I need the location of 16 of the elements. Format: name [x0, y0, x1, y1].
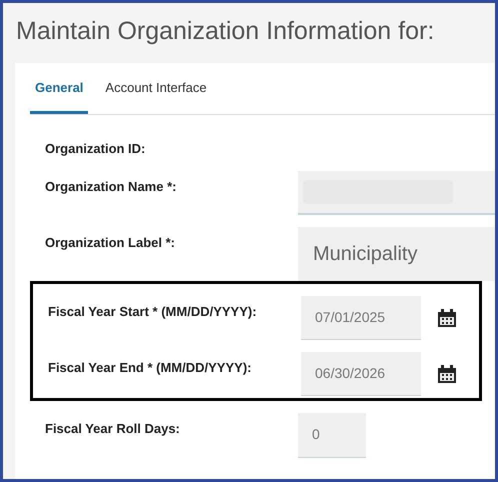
- tab[interactable]: Account Interface: [100, 78, 212, 114]
- calendar-icon[interactable]: [437, 364, 457, 384]
- date-field[interactable]: 07/01/2025: [301, 296, 421, 340]
- calendar-icon[interactable]: [437, 308, 457, 328]
- field-label: Fiscal Year Start * (MM/DD/YYYY):: [48, 302, 258, 321]
- name-field[interactable]: [298, 170, 495, 214]
- field-label: Organization Label *:: [45, 234, 176, 252]
- field-label: Organization ID:: [45, 140, 146, 158]
- date-field[interactable]: 06/30/2026: [301, 352, 421, 396]
- field-label: Fiscal Year Roll Days:: [45, 420, 181, 438]
- tab[interactable]: General: [30, 78, 88, 114]
- label-field[interactable]: Municipality: [298, 226, 495, 280]
- page-title: Maintain Organization Information for:: [15, 16, 436, 47]
- roll-days-field[interactable]: 0: [298, 412, 366, 458]
- field-label: Organization Name *:: [45, 178, 178, 196]
- field-label: Fiscal Year End * (MM/DD/YYYY):: [48, 358, 252, 377]
